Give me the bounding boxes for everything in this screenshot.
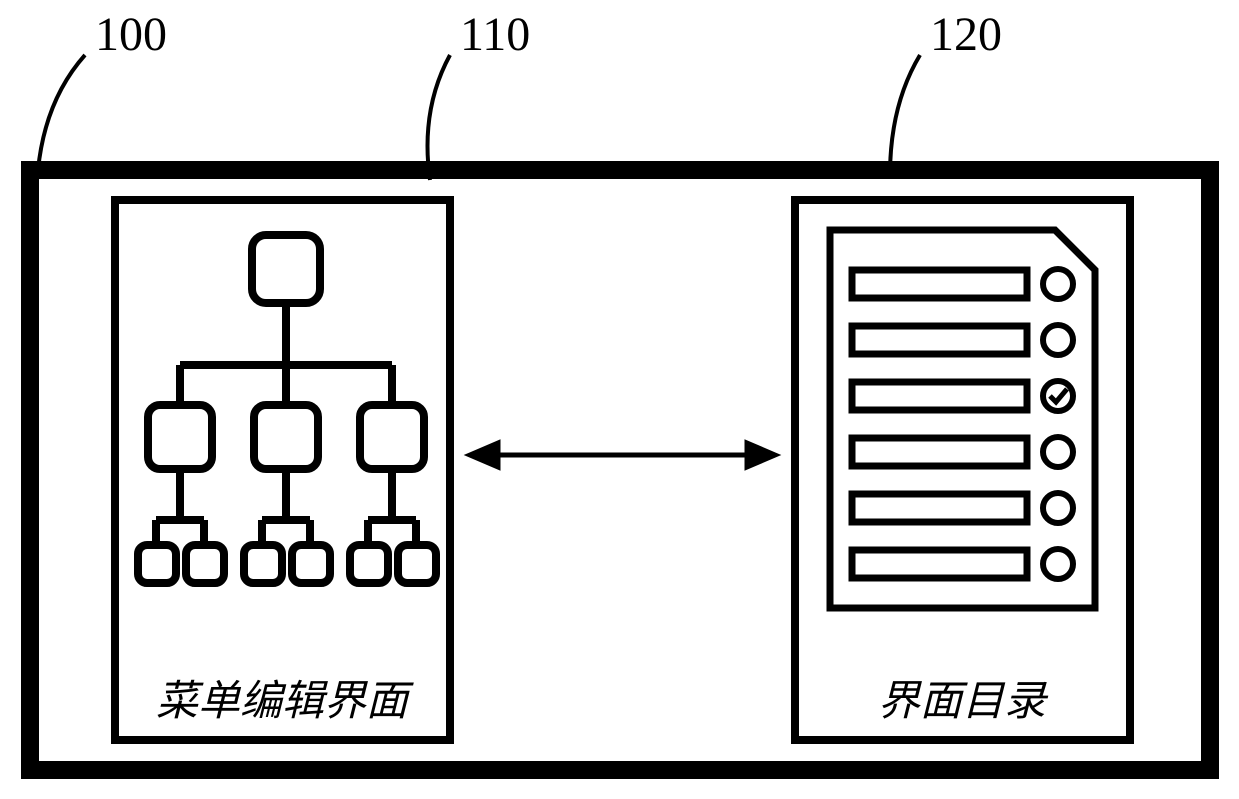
callout-label-100: 100 xyxy=(95,8,167,61)
directory-icon xyxy=(830,230,1095,608)
right-panel: 界面目录 xyxy=(795,200,1130,740)
tree-icon xyxy=(138,235,436,583)
radio-icon xyxy=(1043,325,1073,355)
list-item xyxy=(852,382,1027,410)
list-item xyxy=(852,438,1027,466)
double-arrow-icon xyxy=(470,443,775,467)
radio-icon xyxy=(1043,437,1073,467)
list-item xyxy=(852,270,1027,298)
callout-label-110: 110 xyxy=(460,8,530,61)
left-panel-label: 菜单编辑界面 xyxy=(156,679,414,725)
radio-icon xyxy=(1043,493,1073,523)
left-panel: 菜单编辑界面 xyxy=(115,200,450,740)
right-panel-label: 界面目录 xyxy=(878,679,1049,725)
radio-icon xyxy=(1043,269,1073,299)
callout-label-120: 120 xyxy=(930,8,1002,61)
radio-icon xyxy=(1043,549,1073,579)
checkmark-icon xyxy=(1050,389,1067,402)
list-item xyxy=(852,326,1027,354)
list-item xyxy=(852,550,1027,578)
list-item xyxy=(852,494,1027,522)
